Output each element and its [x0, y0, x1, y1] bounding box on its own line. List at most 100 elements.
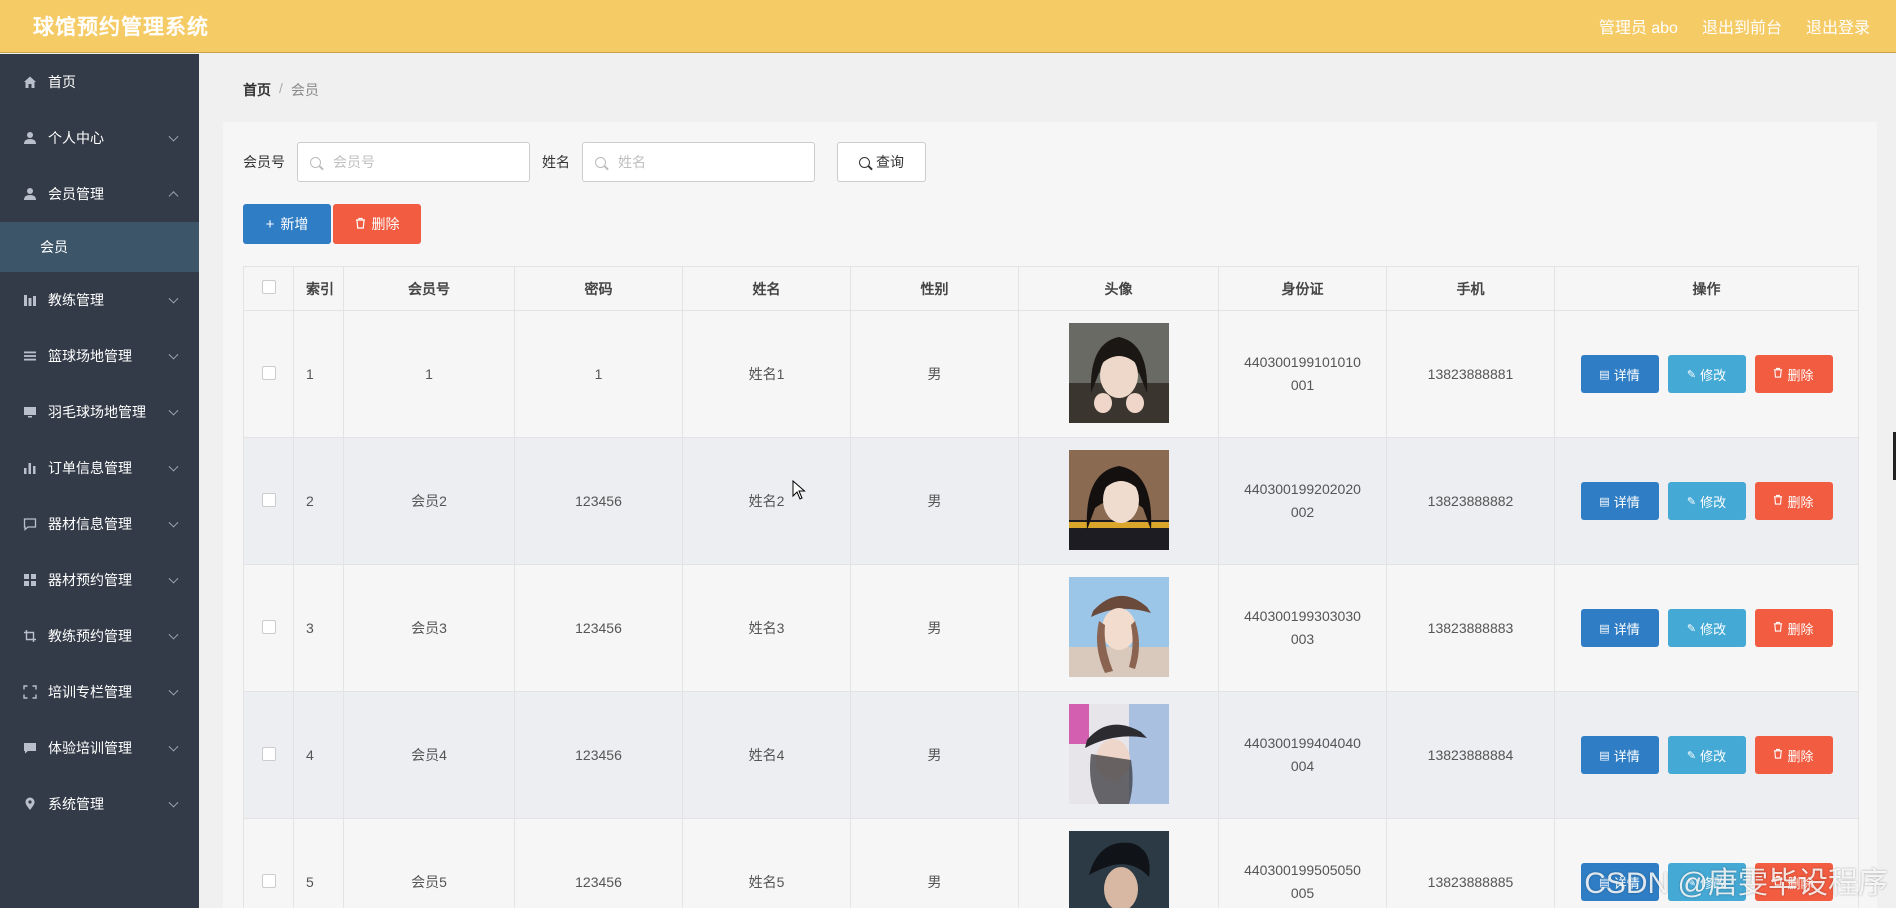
member-no-cell: 会员2: [343, 437, 515, 565]
sidebar-item-trial-training[interactable]: 体验培训管理: [0, 720, 199, 776]
chart-icon: [22, 292, 38, 308]
row-checkbox[interactable]: [261, 365, 276, 380]
exit-to-front-link[interactable]: 退出到前台: [1702, 14, 1782, 38]
edit-button-label: 修改: [1700, 367, 1727, 383]
monitor-icon: [22, 404, 38, 420]
detail-button[interactable]: ▤ 详情: [1580, 736, 1659, 774]
search-icon: [859, 156, 870, 168]
sidebar-item-label: 教练预约管理: [48, 628, 132, 644]
row-select-cell: [243, 564, 294, 692]
breadcrumb-home[interactable]: 首页: [243, 80, 271, 100]
chevron-down-icon: [168, 293, 179, 304]
sidebar-item-equipment-booking[interactable]: 器材预约管理: [0, 552, 199, 608]
member-no-input[interactable]: [333, 154, 523, 170]
location-icon: [22, 796, 38, 812]
batch-delete-button[interactable]: 删除: [333, 204, 421, 244]
column-header[interactable]: 头像: [1018, 266, 1219, 311]
logout-link[interactable]: 退出登录: [1806, 14, 1870, 38]
sidebar-item-label: 教练管理: [48, 292, 104, 308]
crop-icon: [22, 628, 38, 644]
sidebar-item-order-info[interactable]: 订单信息管理: [0, 440, 199, 496]
sidebar-subitem-label: 会员: [40, 239, 68, 255]
delete-button-label: 删除: [371, 216, 400, 232]
detail-button-label: 详情: [1613, 621, 1640, 637]
avatar-cell: [1018, 310, 1219, 438]
idcard-value: 440300199202020002: [1244, 481, 1361, 520]
edit-button[interactable]: ✎ 修改: [1667, 609, 1746, 647]
add-button[interactable]: + 新增: [243, 204, 331, 244]
idcard-value: 440300199101010001: [1244, 354, 1361, 393]
sidebar-item-home[interactable]: 首页: [0, 54, 199, 110]
column-header[interactable]: 索引: [293, 266, 344, 311]
avatar: [1068, 703, 1169, 804]
detail-button[interactable]: ▤ 详情: [1580, 355, 1659, 393]
column-header[interactable]: 手机: [1386, 266, 1555, 311]
sidebar-item-coach-management[interactable]: 教练管理: [0, 272, 199, 328]
name-input[interactable]: [618, 154, 808, 170]
query-button[interactable]: 查询: [837, 142, 926, 182]
admin-user-link[interactable]: 管理员 abo: [1599, 14, 1678, 38]
app-title: 球馆预约管理系统: [33, 16, 209, 39]
pencil-icon: ✎: [1686, 749, 1697, 762]
index-cell: 3: [293, 564, 344, 692]
name-cell: 姓名5: [682, 818, 851, 908]
row-actions: ▤ 详情 ✎ 修改 删除: [1555, 355, 1858, 393]
chevron-down-icon: [168, 349, 179, 360]
row-checkbox[interactable]: [261, 873, 276, 888]
column-header[interactable]: 会员号: [343, 266, 515, 311]
edit-button-label: 修改: [1700, 621, 1727, 637]
row-checkbox[interactable]: [261, 619, 276, 634]
chevron-down-icon: [168, 573, 179, 584]
delete-button[interactable]: 删除: [1754, 355, 1833, 393]
table-row: 2 会员2 123456 姓名2 男 440300199202020002 13…: [243, 437, 1859, 565]
edit-button-label: 修改: [1700, 494, 1727, 510]
column-header[interactable]: 性别: [850, 266, 1019, 311]
column-header[interactable]: 密码: [514, 266, 683, 311]
sidebar-item-label: 会员管理: [48, 186, 104, 202]
sidebar-item-coach-booking[interactable]: 教练预约管理: [0, 608, 199, 664]
sidebar-item-badminton-court[interactable]: 羽毛球场地管理: [0, 384, 199, 440]
phone-cell: 13823888883: [1386, 564, 1555, 692]
gender-cell: 男: [850, 437, 1019, 565]
chevron-down-icon: [168, 685, 179, 696]
delete-button[interactable]: 删除: [1754, 736, 1833, 774]
row-actions: ▤ 详情 ✎ 修改 删除: [1555, 736, 1858, 774]
delete-button[interactable]: 删除: [1754, 482, 1833, 520]
sidebar-item-training-column[interactable]: 培训专栏管理: [0, 664, 199, 720]
detail-button[interactable]: ▤ 详情: [1580, 609, 1659, 647]
content-panel: 会员号 姓名 查询 + 新增 删除: [223, 122, 1877, 908]
sidebar-item-label: 体验培训管理: [48, 740, 132, 756]
edit-button[interactable]: ✎ 修改: [1667, 355, 1746, 393]
search-icon: [595, 156, 606, 168]
sidebar-item-equipment-info[interactable]: 器材信息管理: [0, 496, 199, 552]
chevron-down-icon: [168, 741, 179, 752]
sidebar-item-basketball-court[interactable]: 篮球场地管理: [0, 328, 199, 384]
operations-cell: ▤ 详情 ✎ 修改 删除: [1554, 310, 1859, 438]
delete-button[interactable]: 删除: [1754, 609, 1833, 647]
detail-button-label: 详情: [1613, 494, 1640, 510]
edit-button-label: 修改: [1700, 748, 1727, 764]
sidebar-subitem-member[interactable]: 会员: [0, 222, 199, 272]
password-cell: 123456: [514, 691, 683, 819]
bar-chart-icon: [22, 460, 38, 476]
edit-button[interactable]: ✎ 修改: [1667, 736, 1746, 774]
mouse-cursor-icon: [792, 479, 806, 503]
phone-cell: 13823888885: [1386, 818, 1555, 908]
sidebar-item-member-management[interactable]: 会员管理: [0, 166, 199, 222]
sidebar-item-personal-center[interactable]: 个人中心: [0, 110, 199, 166]
column-header[interactable]: 操作: [1554, 266, 1859, 311]
sidebar-item-system-management[interactable]: 系统管理: [0, 776, 199, 832]
main-content: 首页 / 会员 会员号 姓名 查询 + 新增: [199, 54, 1896, 908]
detail-button[interactable]: ▤ 详情: [1580, 482, 1659, 520]
column-header[interactable]: 身份证: [1218, 266, 1387, 311]
row-checkbox[interactable]: [261, 746, 276, 761]
edit-button[interactable]: ✎ 修改: [1667, 482, 1746, 520]
column-header[interactable]: 姓名: [682, 266, 851, 311]
header-links: 管理员 abo 退出到前台 退出登录: [1599, 14, 1870, 38]
phone-cell: 13823888881: [1386, 310, 1555, 438]
select-all-checkbox[interactable]: [261, 280, 276, 294]
name-cell: 姓名3: [682, 564, 851, 692]
row-checkbox[interactable]: [261, 492, 276, 507]
select-all-cell: [243, 266, 294, 311]
pencil-icon: ✎: [1686, 368, 1697, 381]
